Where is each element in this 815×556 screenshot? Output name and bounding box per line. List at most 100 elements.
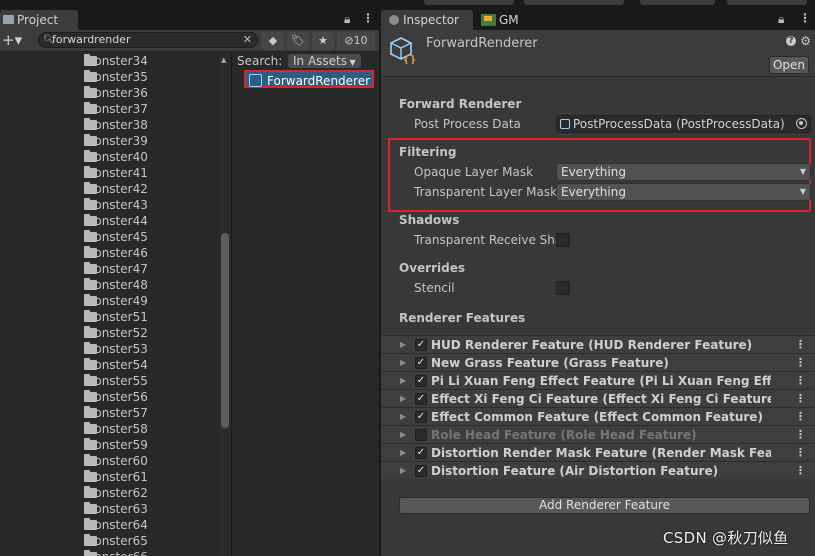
tree-folder-item[interactable]: Monster38	[0, 117, 231, 133]
tree-folder-item[interactable]: Monster62	[0, 485, 231, 501]
feature-enabled-checkbox[interactable]: ✓	[415, 357, 427, 369]
tree-folder-item[interactable]: Monster40	[0, 149, 231, 165]
hidden-packages-button[interactable]: ⊘10	[337, 32, 375, 50]
object-picker-icon[interactable]	[796, 118, 807, 129]
tree-folder-item[interactable]: Monster52	[0, 325, 231, 341]
kebab-menu-icon[interactable]: ⋮	[795, 336, 806, 354]
tree-folder-item[interactable]: Monster65	[0, 533, 231, 549]
result-forward-renderer[interactable]: ForwardRenderer	[244, 70, 374, 88]
transparent-layer-mask-dropdown[interactable]: Everything ▼	[556, 183, 811, 201]
tree-folder-item[interactable]: Monster44	[0, 213, 231, 229]
renderer-feature-row[interactable]: ▶ ✓ Effect Common Feature (Effect Common F…	[381, 407, 815, 425]
tree-folder-item[interactable]: Monster45	[0, 229, 231, 245]
tree-folder-item[interactable]: Monster46	[0, 245, 231, 261]
tree-folder-item[interactable]: Monster42	[0, 181, 231, 197]
post-process-field[interactable]: PostProcessData (PostProcessData)	[556, 115, 811, 133]
toolbar-button[interactable]	[424, 0, 514, 5]
lock-icon[interactable]: 🔒︎	[778, 12, 784, 27]
tree-folder-item[interactable]: Monster48	[0, 277, 231, 293]
search-scope-dropdown[interactable]: In Assets ▼	[288, 54, 361, 68]
kebab-menu-icon[interactable]: ⋮	[795, 426, 806, 444]
close-icon[interactable]: ✕	[243, 33, 252, 47]
filter-by-type-icon[interactable]: ◆	[262, 32, 284, 50]
renderer-feature-row[interactable]: ▶ ✓ Effect Xi Feng Ci Feature (Effect Xi F…	[381, 389, 815, 407]
tab-project-label: Project	[17, 13, 59, 27]
scroll-up-icon[interactable]: ▲	[221, 56, 226, 64]
foldout-arrow-icon[interactable]: ▶	[400, 408, 406, 426]
tree-folder-item[interactable]: Monster36	[0, 85, 231, 101]
feature-enabled-checkbox[interactable]: ✓	[415, 339, 427, 351]
feature-enabled-checkbox[interactable]: ✓	[415, 375, 427, 387]
toolbar-button[interactable]	[727, 0, 807, 5]
toolbar-button[interactable]	[640, 0, 715, 5]
tab-inspector[interactable]: Inspector	[381, 10, 473, 30]
open-button[interactable]: Open	[769, 56, 809, 74]
favorite-star-icon[interactable]: ★	[312, 32, 334, 50]
toolbar-button[interactable]	[524, 0, 624, 5]
renderer-feature-row[interactable]: ▶ ✓ Distortion Feature (Air Distortion Fea…	[381, 461, 815, 479]
tab-project[interactable]: Project	[0, 10, 78, 30]
renderer-feature-row[interactable]: ▶ ✓ New Grass Feature (Grass Feature) ⋮	[381, 353, 815, 371]
tree-folder-item[interactable]: Monster55	[0, 373, 231, 389]
renderer-feature-row[interactable]: ▶ Role Head Feature (Role Head Feature) ⋮	[381, 425, 815, 443]
renderer-feature-row[interactable]: ▶ ✓ Distortion Render Mask Feature (Render…	[381, 443, 815, 461]
foldout-arrow-icon[interactable]: ▶	[400, 336, 406, 354]
tree-folder-item[interactable]: Monster56	[0, 389, 231, 405]
tree-folder-item[interactable]: Monster39	[0, 133, 231, 149]
tree-folder-item[interactable]: Monster53	[0, 341, 231, 357]
feature-enabled-checkbox[interactable]: ✓	[415, 447, 427, 459]
kebab-menu-icon[interactable]: ⋮	[795, 372, 806, 390]
foldout-arrow-icon[interactable]: ▶	[400, 462, 406, 480]
tree-folder-item[interactable]: Monster64	[0, 517, 231, 533]
feature-enabled-checkbox[interactable]: ✓	[415, 465, 427, 477]
tab-gm[interactable]: GM	[477, 10, 527, 30]
tree-folder-item[interactable]: Monster57	[0, 405, 231, 421]
renderer-feature-row[interactable]: ▶ ✓ HUD Renderer Feature (HUD Renderer Fea…	[381, 335, 815, 353]
tree-folder-item[interactable]: Monster59	[0, 437, 231, 453]
foldout-arrow-icon[interactable]: ▶	[400, 444, 406, 462]
tree-folder-item[interactable]: Monster63	[0, 501, 231, 517]
foldout-arrow-icon[interactable]: ▶	[400, 354, 406, 372]
feature-enabled-checkbox[interactable]: ✓	[415, 393, 427, 405]
tree-scrollbar[interactable]: ▲	[219, 53, 231, 556]
tree-folder-item[interactable]: Monster60	[0, 453, 231, 469]
kebab-menu-icon[interactable]: ⋮	[795, 444, 806, 462]
tree-folder-item[interactable]: Monster54	[0, 357, 231, 373]
kebab-menu-icon[interactable]: ⋮	[799, 11, 811, 25]
stencil-checkbox[interactable]	[556, 281, 570, 295]
kebab-menu-icon[interactable]: ⋮	[795, 354, 806, 372]
foldout-arrow-icon[interactable]: ▶	[400, 372, 406, 390]
project-search-input[interactable]: 🔍︎ forwardrender ✕	[38, 32, 258, 48]
tree-folder-item[interactable]: Monster61	[0, 469, 231, 485]
opaque-layer-mask-dropdown[interactable]: Everything ▼	[556, 163, 811, 181]
kebab-menu-icon[interactable]: ⋮	[362, 11, 374, 25]
help-icon[interactable]: ?	[786, 36, 796, 46]
tree-folder-item[interactable]: Monster43	[0, 197, 231, 213]
add-renderer-feature-button[interactable]: Add Renderer Feature	[399, 497, 810, 514]
foldout-arrow-icon[interactable]: ▶	[400, 390, 406, 408]
renderer-feature-row[interactable]: ▶ ✓ Pi Li Xuan Feng Effect Feature (Pi Li …	[381, 371, 815, 389]
tree-folder-item[interactable]: Monster34	[0, 53, 231, 69]
tree-folder-item[interactable]: Monster51	[0, 309, 231, 325]
tree-folder-item[interactable]: Monster47	[0, 261, 231, 277]
tree-folder-item[interactable]: Monster58	[0, 421, 231, 437]
foldout-arrow-icon[interactable]: ▶	[400, 426, 406, 444]
tree-folder-item[interactable]: Monster49	[0, 293, 231, 309]
tree-folder-item[interactable]: Monster35	[0, 69, 231, 85]
gear-icon[interactable]: ⚙	[800, 34, 811, 48]
kebab-menu-icon[interactable]: ⋮	[795, 390, 806, 408]
tree-folder-item[interactable]: Monster66	[0, 549, 231, 556]
feature-enabled-checkbox[interactable]: ✓	[415, 411, 427, 423]
create-button[interactable]: +▾	[2, 32, 28, 50]
transparent-receive-shadows-checkbox[interactable]	[556, 233, 570, 247]
feature-enabled-checkbox[interactable]	[415, 429, 427, 441]
filter-by-label-icon[interactable]: 🏷︎	[287, 32, 309, 50]
lock-icon[interactable]: 🔒︎	[344, 12, 350, 27]
scroll-thumb[interactable]	[221, 233, 229, 428]
kebab-menu-icon[interactable]: ⋮	[795, 408, 806, 426]
tree-folder-item[interactable]: Monster41	[0, 165, 231, 181]
post-process-label: Post Process Data	[414, 117, 521, 131]
tree-folder-item[interactable]: Monster37	[0, 101, 231, 117]
kebab-menu-icon[interactable]: ⋮	[795, 462, 806, 480]
tab-gm-label: GM	[499, 13, 519, 27]
